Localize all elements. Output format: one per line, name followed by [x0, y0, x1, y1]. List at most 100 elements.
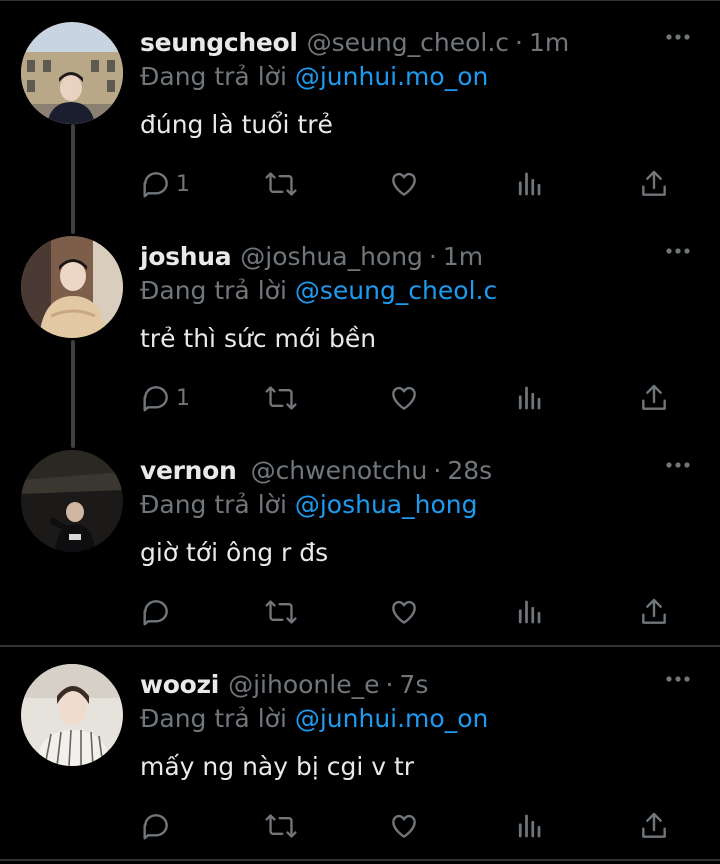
- tweet-text: đúng là tuổi trẻ: [140, 110, 333, 139]
- action-bar: 1: [0, 378, 720, 418]
- like-button[interactable]: [388, 164, 420, 204]
- tweet[interactable]: woozi @jihoonle_e · 7s Đang trả lời @jun…: [0, 664, 720, 858]
- reply-mention[interactable]: @joshua_hong: [295, 490, 478, 519]
- share-icon: [642, 598, 666, 624]
- username[interactable]: @chwenotchu: [251, 454, 428, 488]
- reply-button[interactable]: [140, 592, 172, 632]
- action-bar: [0, 592, 720, 632]
- reply-icon: [143, 814, 168, 840]
- tweet-header: seungcheol @seung_cheol.c · 1m: [140, 26, 569, 60]
- avatar-photo: [21, 22, 123, 124]
- timestamp[interactable]: 1m: [529, 26, 569, 60]
- reply-context: Đang trả lời @junhui.mo_on: [140, 60, 488, 94]
- share-icon: [642, 812, 666, 838]
- retweet-button[interactable]: [264, 806, 298, 846]
- share-button[interactable]: [638, 164, 670, 204]
- reply-context: Đang trả lời @seung_cheol.c: [140, 274, 497, 308]
- reply-mention[interactable]: @junhui.mo_on: [295, 704, 489, 733]
- username[interactable]: @joshua_hong: [240, 240, 423, 274]
- tweet-divider: [0, 859, 720, 861]
- like-button[interactable]: [388, 592, 420, 632]
- avatar[interactable]: [21, 22, 123, 124]
- analytics-icon: [518, 386, 541, 410]
- reply-icon: [143, 600, 168, 626]
- share-button[interactable]: [638, 378, 670, 418]
- retweet-button[interactable]: [264, 164, 298, 204]
- analytics-icon: [518, 814, 541, 838]
- analytics-button[interactable]: [514, 164, 544, 204]
- avatar[interactable]: [21, 450, 123, 552]
- display-name[interactable]: seungcheol: [140, 26, 298, 60]
- separator: ·: [428, 242, 437, 271]
- tweet-text: giờ tới ông r đs: [140, 538, 329, 567]
- reply-icon: [143, 172, 168, 198]
- tweet-divider: [0, 645, 720, 647]
- timestamp[interactable]: 28s: [447, 454, 492, 488]
- separator: ·: [385, 670, 394, 699]
- reply-prefix: Đang trả lời: [140, 490, 287, 519]
- timestamp[interactable]: 7s: [399, 668, 428, 702]
- retweet-icon: [265, 600, 297, 624]
- reply-context: Đang trả lời @junhui.mo_on: [140, 702, 488, 736]
- username[interactable]: @seung_cheol.c: [307, 26, 509, 60]
- top-divider: [0, 0, 720, 1]
- more-options-icon[interactable]: [664, 672, 692, 686]
- retweet-button[interactable]: [264, 592, 298, 632]
- like-button[interactable]: [388, 806, 420, 846]
- share-icon: [642, 170, 666, 196]
- share-icon: [642, 384, 666, 410]
- reply-count: 1: [176, 385, 190, 411]
- tweet[interactable]: vernon @chwenotchu · 28s Đang trả lời @j…: [0, 450, 720, 644]
- reply-icon: [143, 386, 168, 412]
- tweet-header: vernon @chwenotchu · 28s: [140, 454, 492, 488]
- reply-button[interactable]: 1: [140, 164, 190, 204]
- tweet[interactable]: joshua @joshua_hong · 1m Đang trả lời @s…: [0, 236, 720, 430]
- reply-context: Đang trả lời @joshua_hong: [140, 488, 477, 522]
- timestamp[interactable]: 1m: [443, 240, 483, 274]
- display-name[interactable]: woozi: [140, 668, 219, 702]
- display-name[interactable]: vernon: [140, 454, 237, 488]
- reply-button[interactable]: 1: [140, 378, 190, 418]
- avatar[interactable]: [21, 236, 123, 338]
- action-bar: 1: [0, 164, 720, 204]
- analytics-icon: [518, 600, 541, 624]
- retweet-button[interactable]: [264, 378, 298, 418]
- like-icon: [392, 814, 416, 838]
- display-name[interactable]: joshua: [140, 240, 232, 274]
- tweet[interactable]: seungcheol @seung_cheol.c · 1m Đang trả …: [0, 22, 720, 216]
- like-icon: [392, 386, 416, 410]
- reply-mention[interactable]: @junhui.mo_on: [295, 62, 489, 91]
- more-options-icon[interactable]: [664, 244, 692, 258]
- separator: ·: [433, 456, 442, 485]
- like-button[interactable]: [388, 378, 420, 418]
- avatar-photo: [21, 450, 123, 552]
- analytics-icon: [518, 172, 541, 196]
- reply-prefix: Đang trả lời: [140, 62, 287, 91]
- retweet-icon: [265, 172, 297, 196]
- avatar-photo: [21, 236, 123, 338]
- tweet-text: mấy ng này bị cgi v tr: [140, 752, 415, 781]
- tweet-text: trẻ thì sức mới bền: [140, 324, 377, 353]
- analytics-button[interactable]: [514, 592, 544, 632]
- reply-count: 1: [176, 171, 190, 197]
- reply-button[interactable]: [140, 806, 172, 846]
- tweet-header: joshua @joshua_hong · 1m: [140, 240, 483, 274]
- tweet-header: woozi @jihoonle_e · 7s: [140, 668, 428, 702]
- more-options-icon[interactable]: [664, 458, 692, 472]
- avatar[interactable]: [21, 664, 123, 766]
- reply-prefix: Đang trả lời: [140, 704, 287, 733]
- username[interactable]: @jihoonle_e: [228, 668, 379, 702]
- action-bar: [0, 806, 720, 846]
- retweet-icon: [265, 814, 297, 838]
- share-button[interactable]: [638, 806, 670, 846]
- analytics-button[interactable]: [514, 806, 544, 846]
- more-options-icon[interactable]: [664, 30, 692, 44]
- like-icon: [392, 172, 416, 196]
- share-button[interactable]: [638, 592, 670, 632]
- reply-prefix: Đang trả lời: [140, 276, 287, 305]
- like-icon: [392, 600, 416, 624]
- retweet-icon: [265, 386, 297, 410]
- analytics-button[interactable]: [514, 378, 544, 418]
- separator: ·: [515, 28, 523, 57]
- reply-mention[interactable]: @seung_cheol.c: [295, 276, 497, 305]
